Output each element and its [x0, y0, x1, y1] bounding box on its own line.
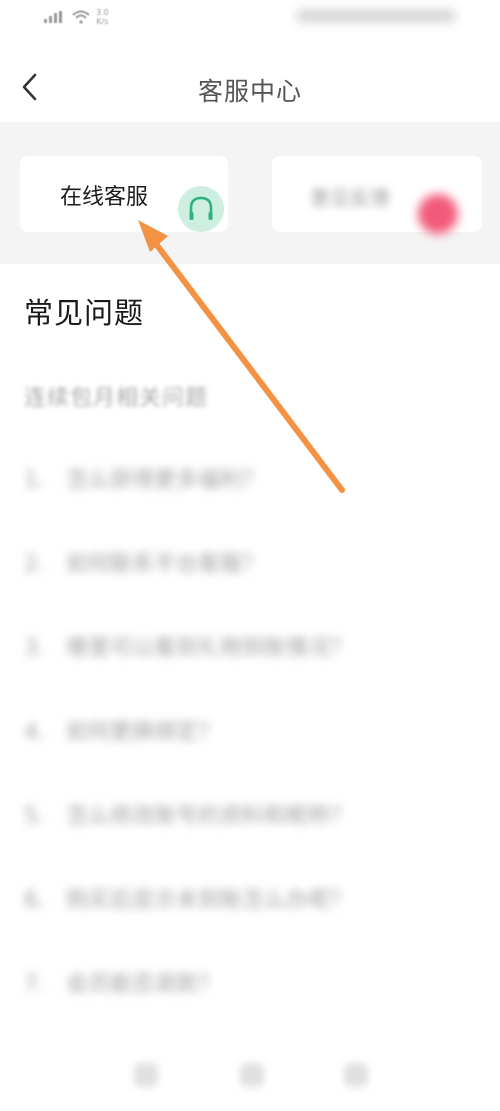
nav-bar: 客服中心 [0, 50, 500, 122]
net-speed: 3.0 K/s [96, 8, 109, 26]
faq-subtitle[interactable]: 连续包月相关问题 [24, 380, 208, 412]
faq-title: 常见问题 [24, 296, 145, 330]
faq-item-number: 2. [24, 552, 45, 577]
faq-item-number: 5. [24, 804, 45, 829]
faq-item-text: 购买后显示未到账怎么办呢？ [66, 888, 353, 913]
faq-item[interactable]: 6. 购买后显示未到账怎么办呢？ [24, 882, 352, 922]
faq-item-text: 哪里可以看到礼物到账情况？ [66, 636, 353, 661]
online-service-card[interactable]: 在线客服 [20, 156, 228, 232]
faq-item-number: 3. [24, 636, 45, 661]
faq-item[interactable]: 3. 哪里可以看到礼物到账情况？ [24, 630, 352, 670]
faq-item[interactable]: 5. 怎么修改账号的资料和昵称？ [24, 798, 352, 838]
faq-item-text: 如何更换绑定？ [66, 720, 221, 745]
faq-item-number: 7. [24, 972, 45, 997]
status-left: 3.0 K/s [44, 8, 109, 26]
faq-item[interactable]: 4. 如何更换绑定？ [24, 714, 220, 754]
feedback-card[interactable]: 意见反馈 [272, 156, 482, 234]
faq-item-text: 怎么修改账号的资料和昵称？ [66, 804, 353, 829]
faq-item[interactable]: 7. 会员能否退款？ [24, 966, 220, 1006]
bottom-tab-bar [0, 1051, 500, 1111]
status-right-blurred [296, 9, 456, 23]
online-service-label: 在线客服 [60, 185, 149, 210]
faq-item[interactable]: 2. 如何联系平台客服？ [24, 546, 264, 586]
tab-profile-icon[interactable] [344, 1063, 368, 1087]
service-band: 在线客服 意见反馈 [0, 122, 500, 264]
faq-item-text: 会员能否退款？ [66, 972, 221, 997]
faq-item-number: 4. [24, 720, 45, 745]
feedback-label: 意见反馈 [310, 186, 390, 210]
faq-item-text: 怎么获得更多福利？ [66, 468, 265, 493]
wifi-icon [72, 10, 90, 24]
headset-icon [178, 186, 224, 232]
faq-item-number: 6. [24, 888, 45, 913]
faq-item-number: 1. [24, 468, 45, 493]
tab-home-icon[interactable] [134, 1063, 158, 1087]
page-title: 客服中心 [0, 72, 500, 108]
tab-discover-icon[interactable] [240, 1063, 264, 1087]
status-bar: 3.0 K/s [0, 0, 500, 36]
faq-item-text: 如何联系平台客服？ [66, 552, 265, 577]
faq-item[interactable]: 1. 怎么获得更多福利？ [24, 462, 264, 502]
feedback-icon [418, 194, 458, 234]
signal-icon [44, 11, 66, 23]
page-title-text: 客服中心 [197, 77, 302, 106]
